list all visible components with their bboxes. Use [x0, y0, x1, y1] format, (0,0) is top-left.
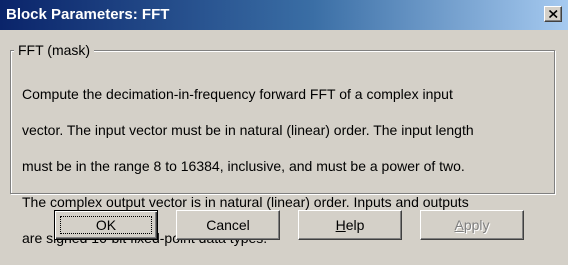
window-title: Block Parameters: FFT	[6, 6, 170, 23]
description-line: Compute the decimation-in-frequency forw…	[22, 86, 453, 102]
dialog-window: Block Parameters: FFT FFT (mask) Compute…	[0, 0, 568, 252]
help-button[interactable]: Help	[298, 210, 402, 240]
groupbox-legend: FFT (mask)	[14, 42, 95, 58]
close-icon	[549, 10, 558, 18]
ok-button-label: OK	[95, 217, 117, 233]
apply-mnemonic: A	[454, 217, 464, 233]
apply-label-rest: pply	[463, 217, 490, 233]
help-mnemonic: H	[335, 217, 346, 233]
close-button[interactable]	[544, 6, 562, 22]
apply-button-label: Apply	[454, 217, 489, 233]
description-line: The complex output vector is in natural …	[22, 194, 469, 210]
title-bar[interactable]: Block Parameters: FFT	[0, 0, 568, 30]
help-button-label: Help	[336, 217, 365, 233]
cancel-button-label: Cancel	[206, 217, 250, 233]
apply-button[interactable]: Apply	[420, 210, 524, 240]
description-line: vector. The input vector must be in natu…	[22, 122, 474, 138]
help-label-rest: elp	[345, 217, 365, 233]
cancel-button[interactable]: Cancel	[176, 210, 280, 240]
description-line: must be in the range 8 to 16384, inclusi…	[22, 158, 465, 174]
ok-button[interactable]: OK	[54, 210, 158, 240]
